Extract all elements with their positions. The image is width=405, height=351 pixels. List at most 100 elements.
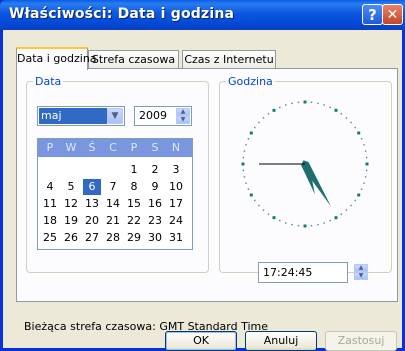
calendar-day[interactable]: 14 — [104, 196, 122, 212]
hour-mark — [303, 224, 307, 228]
calendar-day[interactable]: 26 — [62, 230, 80, 246]
calendar-day[interactable]: 1 — [125, 162, 143, 178]
minute-mark — [323, 222, 325, 224]
time-field[interactable]: 17:24:45 — [258, 262, 348, 283]
minute-mark — [297, 225, 300, 227]
calendar-day[interactable]: 18 — [41, 213, 59, 229]
tab-date-time[interactable]: Data i godzina — [16, 47, 97, 70]
minute-mark — [363, 182, 365, 184]
calendar-day[interactable]: 23 — [146, 213, 164, 229]
time-spinner[interactable]: ▲ ▼ — [352, 262, 368, 283]
calendar-day[interactable]: 7 — [104, 179, 122, 195]
chevron-down-icon[interactable]: ▼ — [107, 108, 123, 124]
weekday-label: C — [109, 141, 117, 154]
close-button[interactable]: ✕ — [382, 4, 403, 25]
spin-down-icon[interactable]: ▼ — [354, 272, 368, 280]
minute-mark — [242, 156, 244, 159]
hour-mark — [241, 162, 245, 166]
weekday-label: P — [130, 141, 138, 154]
hour-mark — [272, 216, 276, 220]
calendar-day[interactable]: 16 — [146, 196, 164, 212]
date-group-label: Data — [33, 75, 64, 88]
minute-mark — [267, 213, 270, 215]
minute-mark — [245, 182, 247, 184]
calendar-day[interactable]: 4 — [41, 179, 59, 195]
minute-mark — [340, 213, 343, 215]
title-bar[interactable]: Właściwości: Data i godzina ? ✕ — [0, 0, 405, 30]
minute-mark — [247, 138, 250, 140]
calendar-day[interactable]: 20 — [83, 213, 101, 229]
calendar-day[interactable]: 12 — [62, 196, 80, 212]
hour-mark — [334, 216, 338, 220]
calendar-day[interactable]: 24 — [167, 213, 185, 229]
calendar-day[interactable]: 3 — [167, 162, 185, 178]
hour-mark — [249, 131, 253, 135]
calendar: P W Ś C P S N 1 2 3 4 5 6 7 8 9 10 11 12 13 14 15 16 17 1… — [37, 138, 193, 250]
weekday-label: N — [171, 141, 181, 154]
minute-mark — [364, 176, 367, 178]
calendar-day[interactable]: 27 — [83, 230, 101, 246]
month-dropdown[interactable]: maj ▼ — [37, 106, 125, 126]
calendar-day[interactable]: 9 — [146, 179, 164, 195]
hour-mark — [334, 108, 338, 112]
calendar-day[interactable]: 28 — [104, 230, 122, 246]
minute-mark — [310, 225, 313, 227]
calendar-day[interactable]: 29 — [125, 230, 143, 246]
dialog-window: Właściwości: Data i godzina ? ✕ Data i g… — [0, 0, 405, 351]
calendar-day[interactable]: 2 — [146, 162, 164, 178]
apply-button[interactable]: Zastosuj — [325, 331, 397, 351]
calendar-day[interactable]: 15 — [125, 196, 143, 212]
calendar-day[interactable]: 19 — [62, 213, 80, 229]
minute-mark — [279, 106, 281, 109]
minute-mark — [366, 169, 368, 172]
ok-button[interactable]: OK — [165, 331, 237, 351]
minute-mark — [267, 113, 270, 115]
calendar-day[interactable]: 31 — [167, 230, 185, 246]
calendar-day[interactable]: 25 — [41, 230, 59, 246]
minute-mark — [345, 117, 348, 119]
minute-mark — [364, 150, 367, 152]
cancel-button[interactable]: Anuluj — [245, 331, 317, 351]
minute-mark — [354, 199, 356, 202]
spin-up-icon[interactable]: ▲ — [354, 264, 368, 272]
minute-mark — [354, 126, 356, 129]
minute-mark — [243, 176, 246, 178]
calendar-day[interactable]: 13 — [83, 196, 101, 212]
minute-hand — [301, 160, 332, 207]
calendar-day[interactable]: 22 — [125, 213, 143, 229]
tab-panel: Data maj ▼ 2009 ▲ ▼ P W Ś C P S N 1 2 3 … — [16, 68, 398, 302]
month-value: maj — [39, 108, 107, 124]
minute-mark — [254, 126, 256, 129]
calendar-day[interactable]: 10 — [167, 179, 185, 195]
spin-down-icon[interactable]: ▼ — [176, 116, 190, 124]
calendar-day[interactable]: 17 — [167, 196, 185, 212]
hour-mark — [357, 193, 361, 197]
minute-mark — [366, 156, 368, 159]
calendar-day[interactable]: 30 — [146, 230, 164, 246]
minute-mark — [279, 219, 281, 222]
minute-mark — [360, 138, 363, 140]
calendar-day[interactable]: 5 — [62, 179, 80, 195]
hour-mark — [303, 100, 307, 104]
minute-mark — [245, 144, 247, 146]
hour-mark — [365, 162, 369, 166]
dialog-client-area: Data i godzina Strefa czasowa Czas z Int… — [3, 30, 402, 351]
spin-up-icon[interactable]: ▲ — [176, 108, 190, 116]
minute-mark — [291, 223, 293, 226]
minute-mark — [297, 101, 300, 103]
minute-mark — [329, 106, 331, 109]
minute-mark — [363, 144, 365, 146]
tab-internet-time[interactable]: Czas z Internetu — [182, 50, 276, 69]
tab-time-zone[interactable]: Strefa czasowa — [88, 50, 179, 69]
minute-mark — [285, 222, 287, 224]
window-title: Właściwości: Data i godzina — [9, 6, 235, 22]
minute-mark — [317, 223, 319, 226]
year-spinner[interactable]: 2009 ▲ ▼ — [134, 106, 192, 126]
help-button[interactable]: ? — [362, 4, 383, 25]
calendar-day-selected[interactable]: 6 — [83, 179, 101, 195]
calendar-day[interactable]: 21 — [104, 213, 122, 229]
year-value: 2009 — [139, 109, 167, 122]
calendar-day[interactable]: 11 — [41, 196, 59, 212]
calendar-day[interactable]: 8 — [125, 179, 143, 195]
minute-mark — [258, 204, 260, 207]
